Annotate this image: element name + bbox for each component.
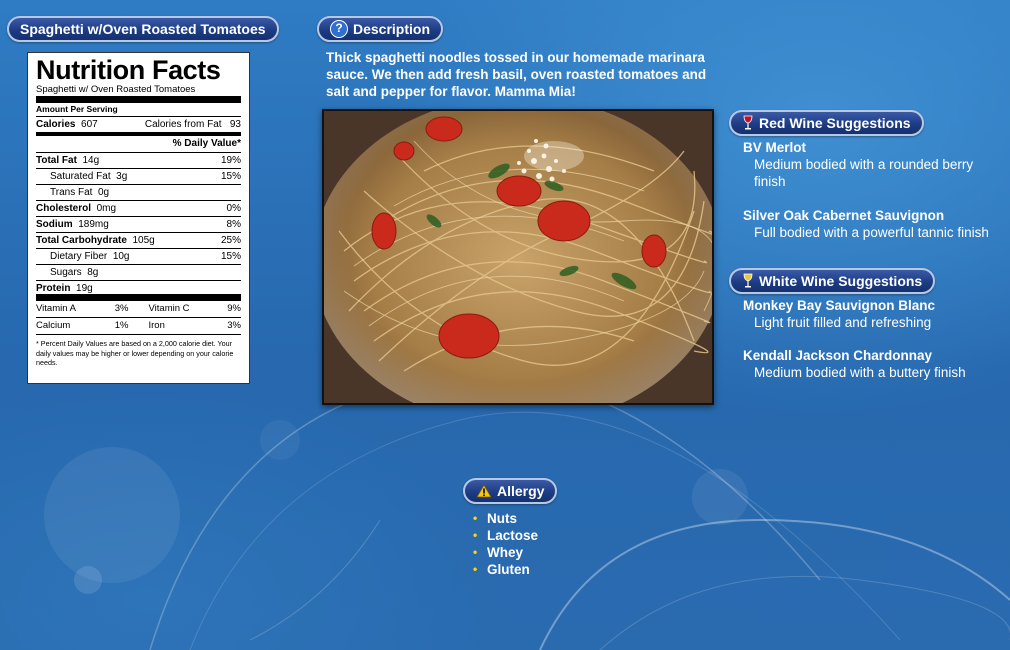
dish-photo	[322, 109, 714, 405]
wine-name: Silver Oak Cabernet Sauvignon	[743, 208, 945, 223]
description-text: Thick spaghetti noodles tossed in our ho…	[326, 50, 707, 99]
calories-row: Calories 607 Calories from Fat 93	[36, 117, 241, 136]
allergy-list: • Nuts • Lactose • Whey • Gluten	[473, 510, 538, 578]
nutrient-row: Protein 19g	[36, 281, 241, 301]
dish-title: Spaghetti w/Oven Roasted Tomatoes	[20, 21, 266, 37]
amount-per-serving: Amount Per Serving	[36, 103, 241, 117]
nutrient-row: Saturated Fat 3g 15%	[36, 169, 241, 185]
wine-description: Full bodied with a powerful tannic finis…	[754, 225, 989, 240]
nutrition-heading: Nutrition Facts	[36, 55, 221, 85]
nutrient-row: Total Carbohydrate 105g 25%	[36, 233, 241, 249]
white-wine-tab: White Wine Suggestions	[729, 268, 936, 294]
wine-name: Monkey Bay Sauvignon Blanc	[743, 298, 936, 313]
nutrition-subheading: Spaghetti w/ Oven Roasted Tomatoes	[36, 84, 241, 103]
list-item: • Nuts	[473, 511, 517, 526]
vitamin-row: Vitamin A 3% Vitamin C 9%	[36, 301, 241, 318]
nutrient-row: Total Fat 14g 19%	[36, 153, 241, 169]
white-wine-label: White Wine Suggestions	[759, 273, 923, 289]
allergy-tab: Allergy	[463, 478, 558, 504]
daily-value-header: % Daily Value*	[36, 136, 241, 153]
bullet-icon: •	[473, 511, 478, 525]
nutrient-row: Dietary Fiber 10g 15%	[36, 249, 241, 265]
vitamin-row: Calcium 1% Iron 3%	[36, 318, 241, 335]
dish-title-tab: Spaghetti w/Oven Roasted Tomatoes	[7, 16, 279, 42]
allergy-label: Allergy	[497, 483, 545, 499]
list-item: • Whey	[473, 545, 524, 560]
bullet-icon: •	[473, 562, 478, 576]
question-icon: ?	[330, 20, 348, 38]
white-wine-list: Monkey Bay Sauvignon Blanc Light fruit f…	[743, 297, 1008, 381]
wine-description: Medium bodied with a rounded berry finis…	[754, 157, 974, 189]
bullet-icon: •	[473, 528, 478, 542]
list-item: • Lactose	[473, 528, 539, 543]
red-wine-label: Red Wine Suggestions	[759, 115, 911, 131]
red-wine-glass-icon	[742, 115, 754, 131]
nutrition-facts-label: Nutrition Facts Spaghetti w/ Oven Roaste…	[27, 52, 250, 384]
nutrition-footnote: * Percent Daily Values are based on a 2,…	[36, 339, 234, 367]
description-tab: ? Description	[317, 16, 444, 42]
nutrient-row: Sugars 8g	[36, 265, 241, 281]
nutrient-row: Trans Fat 0g	[36, 185, 241, 201]
nutrient-row: Cholesterol 0mg 0%	[36, 201, 241, 217]
nutrient-row: Sodium 189mg 8%	[36, 217, 241, 233]
wine-description: Light fruit filled and refreshing	[754, 315, 932, 330]
wine-name: BV Merlot	[743, 140, 807, 155]
list-item: • Gluten	[473, 562, 530, 577]
white-wine-glass-icon	[742, 273, 754, 289]
warning-icon	[476, 484, 492, 498]
red-wine-list: BV Merlot Medium bodied with a rounded b…	[743, 139, 1008, 241]
red-wine-tab: Red Wine Suggestions	[729, 110, 924, 136]
wine-description: Medium bodied with a buttery finish	[754, 365, 966, 380]
wine-name: Kendall Jackson Chardonnay	[743, 348, 933, 363]
bullet-icon: •	[473, 545, 478, 559]
description-label: Description	[353, 21, 431, 37]
